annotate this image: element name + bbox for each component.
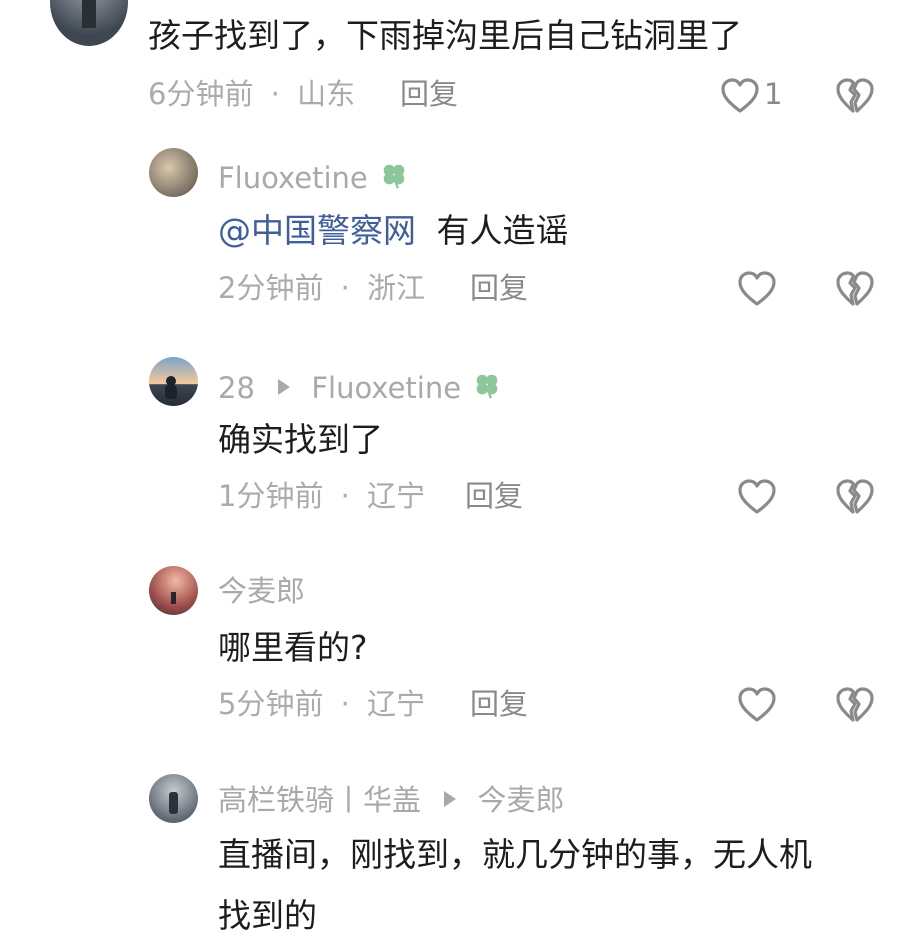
comment-location: 辽宁 xyxy=(367,479,426,513)
avatar-figure-icon xyxy=(169,792,178,814)
heart-outline-icon[interactable] xyxy=(737,270,777,308)
avatar-figure-icon xyxy=(82,0,96,28)
reply-to-name: 今麦郎 xyxy=(477,783,565,817)
separator: · xyxy=(270,77,280,111)
comment-text: 确实找到了 xyxy=(218,420,383,459)
avatar[interactable] xyxy=(50,0,128,46)
comment-time: 6分钟前 xyxy=(148,77,254,111)
comment-meta: 5分钟前 · 辽宁 xyxy=(218,690,425,719)
reply-button[interactable]: 回复 xyxy=(470,690,528,719)
broken-heart-icon[interactable] xyxy=(835,686,875,724)
comment-text-line-2: 找到的 xyxy=(218,896,317,935)
avatar-figure-icon xyxy=(165,376,177,399)
reply-button[interactable]: 回复 xyxy=(465,482,523,511)
avatar[interactable] xyxy=(149,148,198,197)
reply-button[interactable]: 回复 xyxy=(470,274,528,303)
comment-location: 山东 xyxy=(297,77,356,111)
author-name: 28 xyxy=(218,371,255,405)
separator: · xyxy=(340,271,350,305)
broken-heart-icon[interactable] xyxy=(835,77,875,115)
broken-heart-icon[interactable] xyxy=(835,270,875,308)
avatar[interactable] xyxy=(149,774,198,823)
comment-meta: 6分钟前 · 山东 xyxy=(148,80,355,109)
clover-icon xyxy=(472,370,502,400)
like-count: 1 xyxy=(764,77,783,111)
clover-icon xyxy=(379,160,409,190)
comment-text-content: 孩子找到了，下雨掉沟里后自己钻洞里了 xyxy=(148,16,742,55)
avatar[interactable] xyxy=(149,566,198,615)
mention-link[interactable]: @中国警察网 xyxy=(218,211,416,250)
comment-author[interactable]: 高栏铁骑丨华盖 今麦郎 xyxy=(218,786,564,815)
comment-time: 1分钟前 xyxy=(218,479,324,513)
comment-text: @中国警察网 有人造谣 xyxy=(218,214,569,247)
heart-outline-icon[interactable] xyxy=(737,478,777,516)
comment-author[interactable]: Fluoxetine xyxy=(218,160,409,193)
heart-outline-icon[interactable] xyxy=(737,686,777,724)
separator: · xyxy=(340,687,350,721)
avatar[interactable] xyxy=(149,357,198,406)
separator: · xyxy=(340,479,350,513)
comment-text: 孩子找到了，下雨掉沟里后自己钻洞里了 xyxy=(148,19,742,52)
comment-text-line-1: 直播间，刚找到，就几分钟的事，无人机 xyxy=(218,835,812,874)
reply-button[interactable]: 回复 xyxy=(400,80,458,109)
avatar-figure-icon xyxy=(171,592,176,604)
comment-time: 5分钟前 xyxy=(218,687,324,721)
author-name: 今麦郎 xyxy=(218,574,306,608)
comment-text-content: 有人造谣 xyxy=(436,211,569,250)
comment-time: 2分钟前 xyxy=(218,271,324,305)
author-name: Fluoxetine xyxy=(218,161,368,195)
heart-outline-icon[interactable] xyxy=(720,77,760,115)
comment-text: 哪里看的? xyxy=(218,628,368,667)
reply-arrow-icon xyxy=(278,379,291,395)
fade-overlay xyxy=(700,907,922,945)
broken-heart-icon[interactable] xyxy=(835,478,875,516)
comment-location: 浙江 xyxy=(367,271,426,305)
comment-author[interactable]: 28 Fluoxetine xyxy=(218,370,502,403)
comment-author[interactable]: 今麦郎 xyxy=(218,577,305,606)
comment-meta: 1分钟前 · 辽宁 xyxy=(218,482,425,511)
reply-to-name: Fluoxetine xyxy=(311,371,462,405)
comment-location: 辽宁 xyxy=(367,687,426,721)
author-name: 高栏铁骑丨华盖 xyxy=(218,783,422,817)
comment-meta: 2分钟前 · 浙江 xyxy=(218,274,425,303)
reply-arrow-icon xyxy=(444,791,457,807)
